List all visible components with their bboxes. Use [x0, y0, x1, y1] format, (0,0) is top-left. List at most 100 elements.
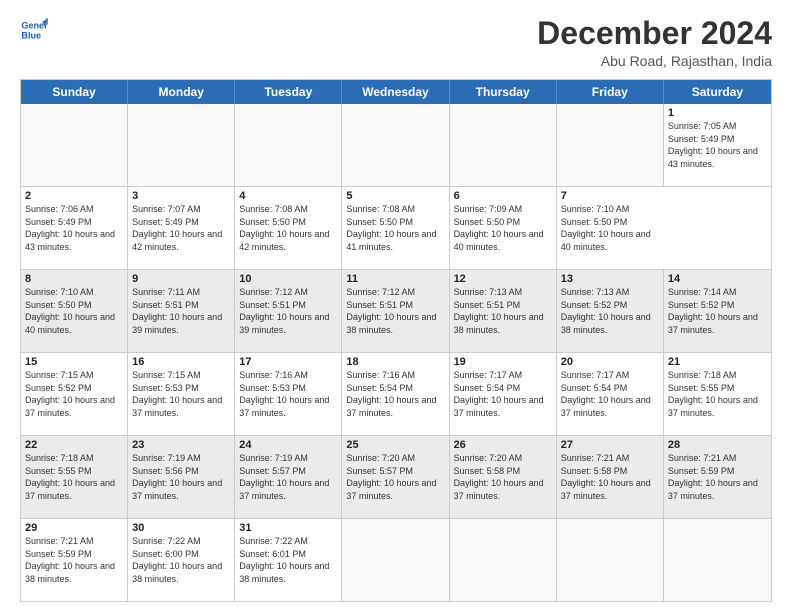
week-row-6: 29Sunrise: 7:21 AM Sunset: 5:59 PM Dayli…	[21, 519, 771, 601]
calendar: SundayMondayTuesdayWednesdayThursdayFrid…	[20, 79, 772, 602]
day-info: Sunrise: 7:21 AM Sunset: 5:59 PM Dayligh…	[25, 535, 123, 585]
day-cell-25: 25Sunrise: 7:20 AM Sunset: 5:57 PM Dayli…	[342, 436, 449, 518]
svg-text:Blue: Blue	[21, 30, 41, 40]
location: Abu Road, Rajasthan, India	[537, 53, 772, 69]
day-number: 6	[454, 190, 552, 202]
day-number: 19	[454, 356, 552, 368]
day-cell-31: 31Sunrise: 7:22 AM Sunset: 6:01 PM Dayli…	[235, 519, 342, 601]
day-info: Sunrise: 7:09 AM Sunset: 5:50 PM Dayligh…	[454, 203, 552, 253]
day-info: Sunrise: 7:15 AM Sunset: 5:53 PM Dayligh…	[132, 369, 230, 419]
day-info: Sunrise: 7:18 AM Sunset: 5:55 PM Dayligh…	[25, 452, 123, 502]
day-number: 21	[668, 356, 767, 368]
day-info: Sunrise: 7:13 AM Sunset: 5:51 PM Dayligh…	[454, 286, 552, 336]
calendar-body: 1Sunrise: 7:05 AM Sunset: 5:49 PM Daylig…	[21, 104, 771, 601]
day-number: 18	[346, 356, 444, 368]
day-cell-27: 27Sunrise: 7:21 AM Sunset: 5:58 PM Dayli…	[557, 436, 664, 518]
day-cell-30: 30Sunrise: 7:22 AM Sunset: 6:00 PM Dayli…	[128, 519, 235, 601]
day-info: Sunrise: 7:15 AM Sunset: 5:52 PM Dayligh…	[25, 369, 123, 419]
day-info: Sunrise: 7:12 AM Sunset: 5:51 PM Dayligh…	[239, 286, 337, 336]
day-number: 29	[25, 522, 123, 534]
day-info: Sunrise: 7:13 AM Sunset: 5:52 PM Dayligh…	[561, 286, 659, 336]
col-header-saturday: Saturday	[664, 80, 771, 104]
day-number: 24	[239, 439, 337, 451]
day-cell-19: 19Sunrise: 7:17 AM Sunset: 5:54 PM Dayli…	[450, 353, 557, 435]
day-cell-15: 15Sunrise: 7:15 AM Sunset: 5:52 PM Dayli…	[21, 353, 128, 435]
day-cell-7: 7Sunrise: 7:10 AM Sunset: 5:50 PM Daylig…	[557, 187, 664, 269]
day-info: Sunrise: 7:07 AM Sunset: 5:49 PM Dayligh…	[132, 203, 230, 253]
col-header-tuesday: Tuesday	[235, 80, 342, 104]
day-info: Sunrise: 7:06 AM Sunset: 5:49 PM Dayligh…	[25, 203, 123, 253]
day-info: Sunrise: 7:16 AM Sunset: 5:54 PM Dayligh…	[346, 369, 444, 419]
day-number: 13	[561, 273, 659, 285]
day-cell-23: 23Sunrise: 7:19 AM Sunset: 5:56 PM Dayli…	[128, 436, 235, 518]
day-cell-5: 5Sunrise: 7:08 AM Sunset: 5:50 PM Daylig…	[342, 187, 449, 269]
day-number: 17	[239, 356, 337, 368]
day-cell-2: 2Sunrise: 7:06 AM Sunset: 5:49 PM Daylig…	[21, 187, 128, 269]
col-header-monday: Monday	[128, 80, 235, 104]
week-row-4: 15Sunrise: 7:15 AM Sunset: 5:52 PM Dayli…	[21, 353, 771, 436]
week-row-3: 8Sunrise: 7:10 AM Sunset: 5:50 PM Daylig…	[21, 270, 771, 353]
day-number: 25	[346, 439, 444, 451]
week-row-5: 22Sunrise: 7:18 AM Sunset: 5:55 PM Dayli…	[21, 436, 771, 519]
day-info: Sunrise: 7:10 AM Sunset: 5:50 PM Dayligh…	[561, 203, 660, 253]
day-cell-24: 24Sunrise: 7:19 AM Sunset: 5:57 PM Dayli…	[235, 436, 342, 518]
day-cell-9: 9Sunrise: 7:11 AM Sunset: 5:51 PM Daylig…	[128, 270, 235, 352]
empty-cell	[235, 104, 342, 186]
day-number: 28	[668, 439, 767, 451]
day-cell-11: 11Sunrise: 7:12 AM Sunset: 5:51 PM Dayli…	[342, 270, 449, 352]
logo: General Blue	[20, 16, 48, 44]
empty-cell	[557, 104, 664, 186]
day-number: 9	[132, 273, 230, 285]
day-cell-17: 17Sunrise: 7:16 AM Sunset: 5:53 PM Dayli…	[235, 353, 342, 435]
col-header-sunday: Sunday	[21, 80, 128, 104]
day-info: Sunrise: 7:20 AM Sunset: 5:57 PM Dayligh…	[346, 452, 444, 502]
day-number: 3	[132, 190, 230, 202]
day-cell-4: 4Sunrise: 7:08 AM Sunset: 5:50 PM Daylig…	[235, 187, 342, 269]
header: General Blue December 2024 Abu Road, Raj…	[20, 16, 772, 69]
empty-cell	[664, 519, 771, 601]
day-number: 15	[25, 356, 123, 368]
day-number: 26	[454, 439, 552, 451]
day-number: 30	[132, 522, 230, 534]
day-number: 20	[561, 356, 659, 368]
col-header-wednesday: Wednesday	[342, 80, 449, 104]
day-cell-14: 14Sunrise: 7:14 AM Sunset: 5:52 PM Dayli…	[664, 270, 771, 352]
day-info: Sunrise: 7:14 AM Sunset: 5:52 PM Dayligh…	[668, 286, 767, 336]
day-number: 14	[668, 273, 767, 285]
day-number: 27	[561, 439, 659, 451]
day-cell-6: 6Sunrise: 7:09 AM Sunset: 5:50 PM Daylig…	[450, 187, 557, 269]
day-number: 12	[454, 273, 552, 285]
title-block: December 2024 Abu Road, Rajasthan, India	[537, 16, 772, 69]
day-info: Sunrise: 7:20 AM Sunset: 5:58 PM Dayligh…	[454, 452, 552, 502]
day-cell-26: 26Sunrise: 7:20 AM Sunset: 5:58 PM Dayli…	[450, 436, 557, 518]
empty-cell	[342, 519, 449, 601]
day-info: Sunrise: 7:21 AM Sunset: 5:59 PM Dayligh…	[668, 452, 767, 502]
day-number: 23	[132, 439, 230, 451]
day-number: 10	[239, 273, 337, 285]
day-info: Sunrise: 7:21 AM Sunset: 5:58 PM Dayligh…	[561, 452, 659, 502]
day-number: 22	[25, 439, 123, 451]
day-cell-12: 12Sunrise: 7:13 AM Sunset: 5:51 PM Dayli…	[450, 270, 557, 352]
day-number: 11	[346, 273, 444, 285]
day-cell-29: 29Sunrise: 7:21 AM Sunset: 5:59 PM Dayli…	[21, 519, 128, 601]
day-cell-21: 21Sunrise: 7:18 AM Sunset: 5:55 PM Dayli…	[664, 353, 771, 435]
day-cell-20: 20Sunrise: 7:17 AM Sunset: 5:54 PM Dayli…	[557, 353, 664, 435]
day-info: Sunrise: 7:12 AM Sunset: 5:51 PM Dayligh…	[346, 286, 444, 336]
day-info: Sunrise: 7:18 AM Sunset: 5:55 PM Dayligh…	[668, 369, 767, 419]
col-header-thursday: Thursday	[450, 80, 557, 104]
day-number: 2	[25, 190, 123, 202]
day-info: Sunrise: 7:05 AM Sunset: 5:49 PM Dayligh…	[668, 120, 767, 170]
day-info: Sunrise: 7:08 AM Sunset: 5:50 PM Dayligh…	[239, 203, 337, 253]
logo-icon: General Blue	[20, 16, 48, 44]
empty-cell	[21, 104, 128, 186]
day-number: 1	[668, 107, 767, 119]
empty-cell	[342, 104, 449, 186]
day-cell-8: 8Sunrise: 7:10 AM Sunset: 5:50 PM Daylig…	[21, 270, 128, 352]
page: General Blue December 2024 Abu Road, Raj…	[0, 0, 792, 612]
day-number: 5	[346, 190, 444, 202]
day-info: Sunrise: 7:11 AM Sunset: 5:51 PM Dayligh…	[132, 286, 230, 336]
day-info: Sunrise: 7:17 AM Sunset: 5:54 PM Dayligh…	[454, 369, 552, 419]
day-number: 16	[132, 356, 230, 368]
day-info: Sunrise: 7:22 AM Sunset: 6:00 PM Dayligh…	[132, 535, 230, 585]
day-info: Sunrise: 7:19 AM Sunset: 5:57 PM Dayligh…	[239, 452, 337, 502]
